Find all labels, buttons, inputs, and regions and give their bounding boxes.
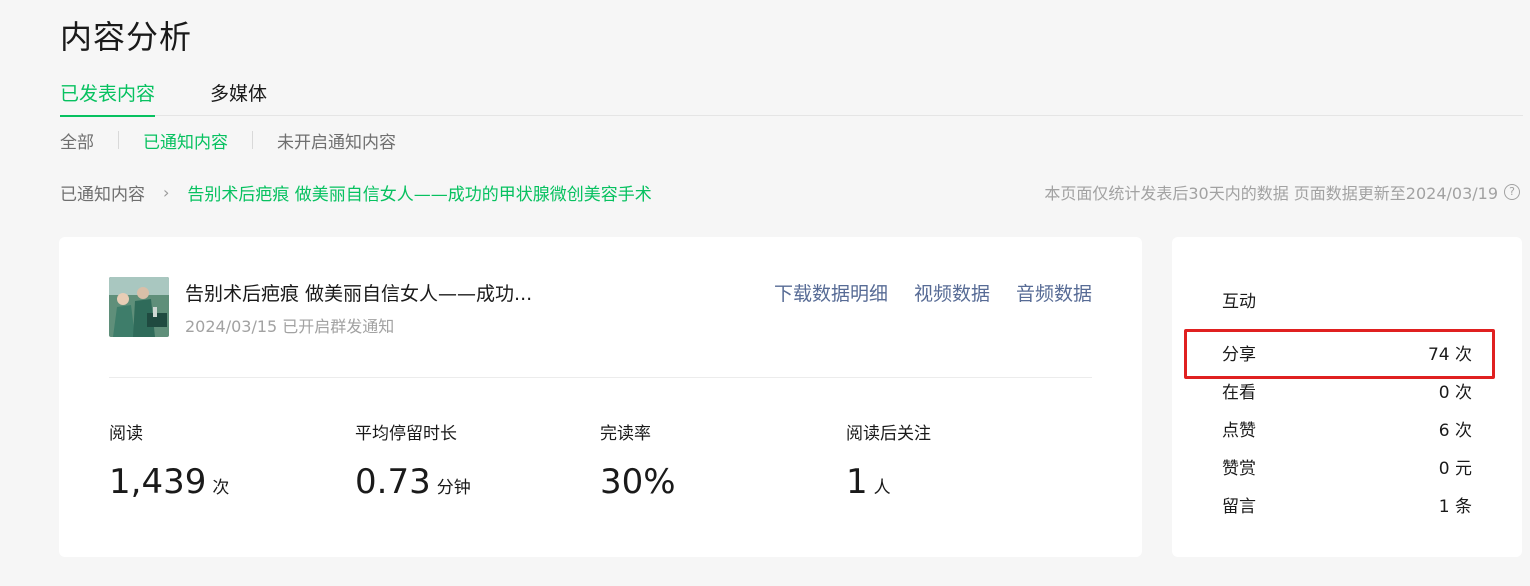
breadcrumb-root[interactable]: 已通知内容: [60, 180, 145, 205]
sub-tabs: 全部 已通知内容 未开启通知内容: [60, 127, 396, 153]
metric-reads: 阅读 1,439 次: [109, 419, 229, 502]
stat-label: 在看: [1222, 382, 1256, 403]
stat-value: 1 条: [1438, 496, 1472, 517]
subtab-notified[interactable]: 已通知内容: [143, 128, 228, 153]
audio-data-link[interactable]: 音频数据: [1016, 279, 1092, 306]
video-data-link[interactable]: 视频数据: [914, 279, 990, 306]
metric-value-row: 0.73 分钟: [355, 462, 471, 502]
stat-value: 0 元: [1438, 458, 1472, 479]
interaction-card: 互动 分享 74 次 在看 0 次 点赞 6 次 赞赏 0 元 留言 1 条: [1172, 237, 1522, 557]
stat-value: 6 次: [1438, 420, 1472, 441]
stat-label: 赞赏: [1222, 458, 1256, 479]
metric-unit: 次: [212, 478, 230, 498]
subtab-separator: [252, 131, 253, 149]
divider: [109, 377, 1092, 378]
article-thumbnail: [109, 277, 169, 337]
metric-value: 1,439: [109, 462, 207, 502]
breadcrumb-current: 告别术后疤痕 做美丽自信女人——成功的甲状腺微创美容手术: [187, 185, 652, 205]
article-meta: 2024/03/15 已开启群发通知: [185, 317, 395, 336]
metric-value: 0.73: [355, 462, 431, 502]
interaction-title: 互动: [1222, 292, 1256, 312]
main-tabs: 已发表内容 多媒体: [60, 80, 1523, 117]
stat-value: 0 次: [1438, 382, 1472, 403]
subtab-not-notified[interactable]: 未开启通知内容: [277, 128, 396, 153]
article-actions: 下载数据明细 视频数据 音频数据: [774, 279, 1092, 306]
subtab-separator: [118, 131, 119, 149]
metric-value: 1: [846, 462, 868, 502]
metric-follows-after-read: 阅读后关注 1 人: [846, 419, 931, 502]
metric-avg-stay: 平均停留时长 0.73 分钟: [355, 419, 471, 502]
metric-label: 阅读后关注: [846, 424, 931, 444]
metric-value-row: 1 人: [846, 462, 931, 502]
stat-value: 74 次: [1427, 344, 1472, 365]
metric-completion-rate: 完读率 30%: [600, 419, 682, 502]
interaction-row-tips: 赞赏 0 元: [1222, 453, 1472, 479]
chevron-right-icon: ›: [163, 183, 170, 202]
metric-label: 完读率: [600, 424, 651, 444]
article-title[interactable]: 告别术后疤痕 做美丽自信女人——成功...: [185, 279, 532, 306]
stats-notice: 本页面仅统计发表后30天内的数据 页面数据更新至2024/03/19 ?: [1044, 180, 1520, 204]
page-title: 内容分析: [60, 18, 193, 56]
breadcrumb: 已通知内容 › 告别术后疤痕 做美丽自信女人——成功的甲状腺微创美容手术: [60, 180, 652, 205]
notice-text: 本页面仅统计发表后30天内的数据 页面数据更新至2024/03/19: [1044, 184, 1498, 203]
help-icon[interactable]: ?: [1504, 184, 1520, 200]
metric-value-row: 30%: [600, 462, 682, 502]
subtab-all[interactable]: 全部: [60, 128, 94, 153]
tab-multimedia[interactable]: 多媒体: [210, 80, 267, 116]
interaction-row-likes: 点赞 6 次: [1222, 415, 1472, 441]
article-card: 告别术后疤痕 做美丽自信女人——成功... 2024/03/15 已开启群发通知…: [59, 237, 1142, 557]
interaction-row-share: 分享 74 次: [1222, 339, 1472, 365]
metric-label: 阅读: [109, 424, 143, 444]
metric-value: 30%: [600, 462, 676, 502]
interaction-row-comments: 留言 1 条: [1222, 491, 1472, 517]
metric-label: 平均停留时长: [355, 424, 457, 444]
stat-label: 点赞: [1222, 420, 1256, 441]
stat-label: 分享: [1222, 344, 1256, 365]
tab-published[interactable]: 已发表内容: [60, 80, 156, 117]
metric-unit: 人: [873, 478, 891, 498]
metric-value-row: 1,439 次: [109, 462, 229, 502]
interaction-row-watching: 在看 0 次: [1222, 377, 1472, 403]
metric-unit: 分钟: [436, 478, 471, 498]
stat-label: 留言: [1222, 496, 1256, 517]
download-details-link[interactable]: 下载数据明细: [774, 279, 888, 306]
